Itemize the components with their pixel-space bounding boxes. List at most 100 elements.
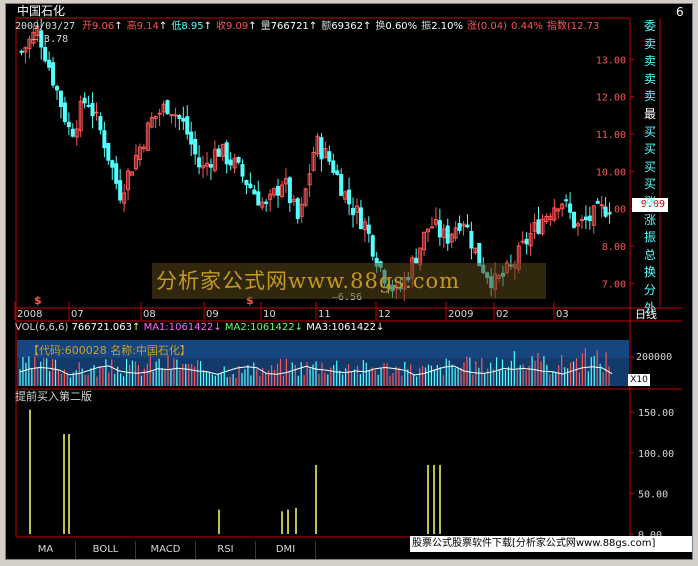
candle-body <box>469 230 474 249</box>
side-tab[interactable]: 卖 <box>640 88 660 104</box>
candle-body <box>465 224 470 228</box>
candle-body <box>536 219 541 234</box>
side-tab[interactable]: 卖 <box>640 36 660 52</box>
candle-body <box>524 238 529 245</box>
candle-body <box>445 225 450 244</box>
quote-item: 涨(0.04) <box>466 21 508 32</box>
candle-body <box>165 100 170 115</box>
chart-window[interactable]: 13.00 12.00 11.00 10.00 9.00 8.00 7.00 2008 07 08… <box>5 3 693 560</box>
tab-macd[interactable]: MACD <box>136 541 196 559</box>
price-tick-label: 12.00 <box>596 93 626 104</box>
candle-body <box>437 220 442 238</box>
quote-item: 换0.60% <box>375 21 418 32</box>
candle-body <box>568 203 573 213</box>
candle-body <box>240 164 245 177</box>
candle-body <box>520 240 525 243</box>
candle-body <box>102 130 107 149</box>
date-tick-label: 07 <box>71 309 84 320</box>
side-tab[interactable]: 卖 <box>640 71 660 87</box>
candle-body <box>256 191 261 206</box>
candle-body <box>248 183 253 188</box>
price-tick-label: 10.00 <box>596 167 626 178</box>
volume-value: 766721.063 <box>71 322 132 333</box>
quote-item: 开9.06↑ <box>82 21 123 32</box>
candle-body <box>603 206 608 217</box>
volume-ma1: MA1:1061422 <box>143 322 214 333</box>
candle-body <box>181 117 186 122</box>
panel-number: 6 <box>676 5 684 19</box>
candle-body <box>366 224 371 234</box>
side-tab[interactable]: 买 <box>640 176 660 192</box>
tab-boll[interactable]: BOLL <box>76 541 136 559</box>
candle-body <box>252 189 257 195</box>
date-tick-label: 10 <box>263 309 276 320</box>
candle-body <box>319 137 324 160</box>
side-tab[interactable]: 总 <box>640 247 660 263</box>
bar-date: 2009/03/27 <box>15 21 76 32</box>
date-tick-label: 12 <box>378 309 391 320</box>
quote-item: 振2.10% <box>421 21 463 32</box>
candle-body <box>177 115 182 119</box>
candle-body <box>224 142 229 165</box>
volume-ma3: MA3:1061422 <box>306 322 376 333</box>
candle-body <box>197 157 202 168</box>
candle-body <box>118 180 123 201</box>
candle-body <box>607 212 612 215</box>
candle-body <box>579 218 584 221</box>
date-tick-label: 03 <box>556 309 569 320</box>
status-bar: 股票公式股票软件下载[分析家公式网www.88gs.com] <box>410 536 692 552</box>
candle-body <box>358 207 363 230</box>
candle-body <box>208 164 213 168</box>
candle-body <box>94 111 99 114</box>
candle-body <box>564 199 569 202</box>
event-flag: $ <box>34 294 42 307</box>
indicator-title: 提前买入第二版 <box>15 390 92 403</box>
side-tab[interactable]: 卖 <box>640 53 660 69</box>
volume-info-box: 【代码:600028 名称:中国石化】 <box>28 344 191 357</box>
side-tab[interactable]: 振 <box>640 229 660 245</box>
candle-body <box>228 159 233 166</box>
side-tab[interactable]: 委 <box>640 18 660 34</box>
side-tab[interactable]: 换 <box>640 264 660 280</box>
tab-rsi[interactable]: RSI <box>196 541 256 559</box>
side-tab[interactable]: 最 <box>640 106 660 122</box>
tab-dmi[interactable]: DMI <box>256 541 316 559</box>
candle-body <box>47 59 52 68</box>
candle-body <box>339 173 344 196</box>
candle-body <box>86 104 91 107</box>
quote-info-row: 开9.06↑ 高9.14↑ 低8.95↑ 收9.09↑ 量766721↑ 额69362↑ 换… <box>82 20 603 33</box>
candle-body <box>287 177 292 204</box>
candle-body <box>19 50 24 53</box>
candle-body <box>335 170 340 175</box>
quote-item: 高9.14↑ <box>126 21 168 32</box>
candle-body <box>173 114 178 117</box>
candle-body <box>216 148 221 157</box>
side-tab[interactable]: 买 <box>640 124 660 140</box>
side-tab[interactable]: 涨 <box>640 212 660 228</box>
candle-body <box>185 116 190 135</box>
candle-body <box>595 200 600 204</box>
candle-body <box>169 114 174 117</box>
price-tick-label: 8.00 <box>602 242 626 253</box>
price-tick-label: 13.00 <box>596 55 626 66</box>
side-tab[interactable]: 涨 <box>640 194 660 210</box>
max-price-label: —13.78 <box>32 34 69 45</box>
candle-body <box>370 235 375 257</box>
tab-ma[interactable]: MA <box>16 541 76 559</box>
side-tab[interactable]: 买 <box>640 159 660 175</box>
quote-item: 收9.09↑ <box>215 21 257 32</box>
price-tick-label: 11.00 <box>596 130 626 141</box>
volume-title: VOL(6,6,6) <box>15 322 69 333</box>
candle-body <box>244 179 249 186</box>
date-tick-label: 2009 <box>448 309 473 320</box>
side-tab[interactable]: 买 <box>640 141 660 157</box>
candle-body <box>55 86 60 91</box>
candle-body <box>572 211 577 228</box>
candle-body <box>236 156 241 163</box>
quote-item: 量766721↑ <box>260 21 318 32</box>
side-tab[interactable]: 分 <box>640 282 660 298</box>
candle-body <box>264 201 269 204</box>
side-tab[interactable]: 外 <box>640 300 660 316</box>
candle-body <box>189 131 194 145</box>
candle-body <box>327 151 332 162</box>
